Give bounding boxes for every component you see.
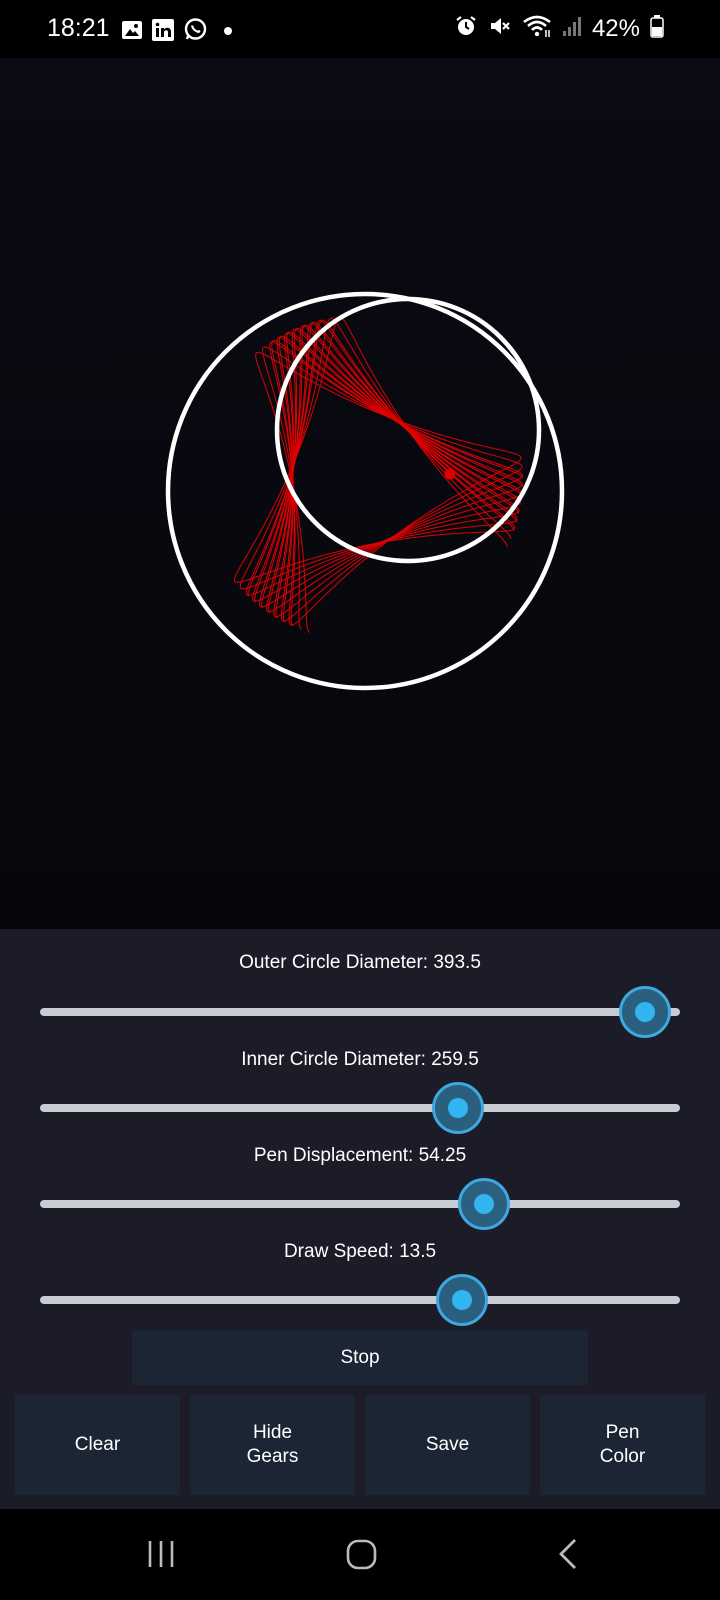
hide-gears-button[interactable]: Hide Gears [190, 1395, 355, 1495]
clear-button[interactable]: Clear [15, 1395, 180, 1495]
pen-tip [444, 468, 456, 480]
system-icons: 42% [454, 14, 664, 43]
inner-diameter-label: Inner Circle Diameter: 259.5 [241, 1049, 479, 1070]
spirograph-canvas[interactable] [0, 58, 720, 929]
outer-diameter-slider[interactable] [40, 984, 680, 1040]
battery-percent: 42% [591, 14, 640, 42]
pen-trace [233, 316, 523, 633]
outer-gear [165, 291, 565, 691]
controls-panel: Outer Circle Diameter: 393.5 Inner Circl… [0, 929, 720, 1509]
back-icon[interactable] [553, 1537, 587, 1576]
pen-color-button[interactable]: Pen Color [540, 1395, 705, 1495]
stop-button[interactable]: Stop [132, 1330, 588, 1385]
slider-track [40, 1296, 680, 1304]
slider-thumb-dot [634, 1002, 655, 1022]
draw-speed-label: Draw Speed: 13.5 [283, 1241, 437, 1262]
status-bar: 18:21 42% [0, 0, 720, 58]
notification-icons [121, 17, 236, 47]
spirograph-drawing [165, 291, 565, 691]
recents-icon[interactable] [145, 1537, 179, 1576]
home-icon[interactable] [345, 1537, 379, 1576]
navigation-bar [0, 1509, 720, 1600]
wifi-icon [522, 14, 552, 43]
alarm-icon [454, 14, 478, 43]
whatsapp-icon [183, 17, 208, 47]
battery-icon [650, 14, 664, 43]
pen-displacement-label: Pen Displacement: 54.25 [253, 1145, 467, 1166]
slider-track [40, 1008, 680, 1016]
mute-icon [488, 14, 512, 43]
slider-track [40, 1104, 680, 1112]
gallery-icon [121, 19, 143, 46]
pen-displacement-slider[interactable] [40, 1176, 680, 1232]
slider-thumb-dot [447, 1098, 468, 1118]
slider-track [40, 1200, 680, 1208]
inner-diameter-slider[interactable] [40, 1080, 680, 1136]
slider-thumb-dot [451, 1290, 472, 1310]
linkedin-icon [151, 18, 175, 47]
outer-diameter-label: Outer Circle Diameter: 393.5 [239, 952, 481, 973]
dot-icon [216, 19, 236, 46]
draw-speed-slider[interactable] [40, 1272, 680, 1328]
save-button[interactable]: Save [365, 1395, 530, 1495]
status-time: 18:21 [47, 14, 110, 42]
signal-icon [562, 15, 582, 42]
